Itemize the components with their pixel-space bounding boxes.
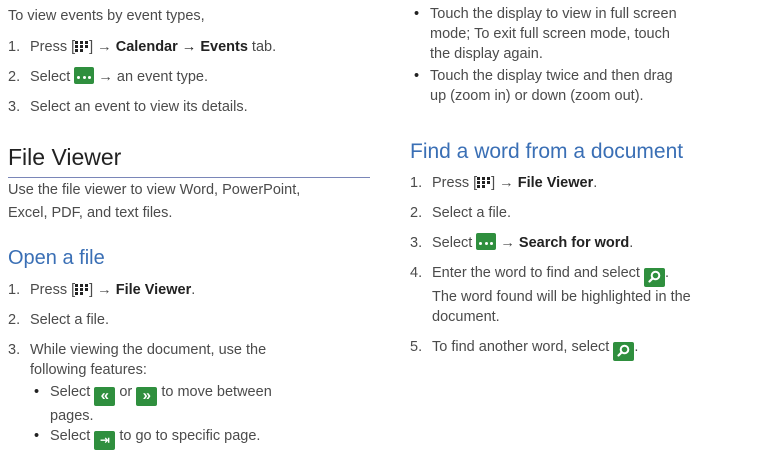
next-page-icon: » <box>136 387 158 406</box>
go-to-page-icon: ⇥ <box>94 431 116 450</box>
list-item: 5. To find another word, select . <box>410 337 755 361</box>
more-options-icon <box>74 67 95 84</box>
more-options-icon <box>476 233 497 250</box>
list-item: 3. Select → Search for word. <box>410 233 634 251</box>
list-item: Select « or » to move between pages. <box>30 382 376 426</box>
apps-grid-icon <box>75 284 89 295</box>
list-item: 3. While viewing the document, use the f… <box>8 340 376 450</box>
section-divider <box>8 177 370 178</box>
open-steps: 1. Press [] → File Viewer. 2. Select a f… <box>8 280 376 450</box>
list-item: 1. Press [] → File Viewer. <box>410 175 598 191</box>
search-icon <box>613 342 635 361</box>
find-steps: 1. Press [] → File Viewer. 2. Select a f… <box>410 173 755 361</box>
apps-grid-icon <box>75 41 89 52</box>
list-item: 2. Select a file. <box>410 205 511 221</box>
list-item: Touch the display twice and then drag up… <box>410 66 755 106</box>
search-icon <box>644 268 665 287</box>
list-item: 1. Press [] → Calendar → Events tab. <box>8 39 277 55</box>
list-item: 2. Select → an event type. <box>8 67 208 85</box>
section-title: File Viewer <box>8 144 122 170</box>
list-item: 1. Press [] → File Viewer. <box>8 282 196 298</box>
view-options-list: Touch the display to view in full screen… <box>410 4 755 106</box>
list-item: Select ⇥ to go to specific page. <box>30 426 376 450</box>
events-intro: To view events by event types, <box>8 8 205 24</box>
section-desc-line1: Use the file viewer to view Word, PowerP… <box>8 182 301 198</box>
section-desc-line2: Excel, PDF, and text files. <box>8 205 173 221</box>
feature-list: Select « or » to move between pages. Sel… <box>30 382 376 450</box>
open-file-heading: Open a file <box>8 247 105 269</box>
apps-grid-icon <box>477 177 491 188</box>
find-word-heading: Find a word from a document <box>410 140 684 163</box>
prev-page-icon: « <box>94 387 116 406</box>
events-steps: 1. Press [] → Calendar → Events tab. 2. … <box>8 37 376 117</box>
list-item: 3. Select an event to view its details. <box>8 99 248 115</box>
list-item: 4. Enter the word to find and select . T… <box>410 265 691 325</box>
list-item: Touch the display to view in full screen… <box>410 4 755 64</box>
list-item: 2. Select a file. <box>8 312 109 328</box>
